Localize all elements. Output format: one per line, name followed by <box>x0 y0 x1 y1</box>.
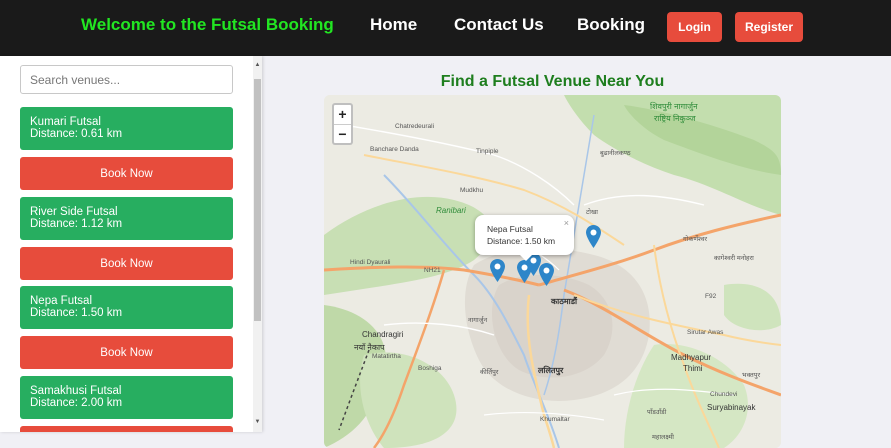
map-label: महालक्ष्मी <box>652 434 674 441</box>
map-label: भक्तपुर <box>742 372 761 379</box>
book-now-button[interactable]: Book Now <box>20 336 233 369</box>
map-label: Ranibari <box>436 206 466 215</box>
scroll-up-arrow-icon[interactable]: ▲ <box>253 60 262 70</box>
map-label: ललितपुर <box>538 366 564 375</box>
map-view[interactable]: Chatredeurali Banchare Danda Tinpiple Mu… <box>324 95 781 448</box>
sidebar-scrollbar[interactable]: ▲ ▼ <box>253 56 262 432</box>
scroll-down-arrow-icon[interactable]: ▼ <box>253 417 262 427</box>
map-label: Matatirtha <box>372 353 401 360</box>
map-label: Mudkhu <box>460 187 484 194</box>
map-label: Khumaltar <box>540 416 570 423</box>
venue-distance: Distance: 1.50 km <box>30 307 123 319</box>
zoom-control: + − <box>332 103 353 145</box>
map-marker-icon[interactable] <box>490 259 505 282</box>
map-label: नागार्जुन <box>468 317 488 324</box>
venue-card-samakhusi[interactable]: Samakhusi Futsal Distance: 2.00 km <box>20 376 233 419</box>
map-label: Thimi <box>683 364 703 373</box>
map-label: गोकर्णेश्वर <box>683 236 708 243</box>
map-label: कागेश्वरी मनोहरा <box>714 255 754 262</box>
zoom-in-button[interactable]: + <box>334 105 351 124</box>
map-label: नयाँ नैकाप <box>354 343 385 352</box>
zoom-out-button[interactable]: − <box>334 124 351 143</box>
map-label: पाँडउाँडी <box>647 409 667 416</box>
search-input[interactable] <box>20 65 233 94</box>
venue-distance: Distance: 2.00 km <box>30 397 123 409</box>
navbar: Welcome to the Futsal Booking Home Conta… <box>0 0 891 56</box>
venue-name: River Side Futsal <box>30 206 118 218</box>
map-label: बुढानीलकण्ठ <box>600 150 631 157</box>
login-button[interactable]: Login <box>667 12 722 42</box>
map-label: Chandragiri <box>362 330 404 339</box>
venue-card-river-side[interactable]: River Side Futsal Distance: 1.12 km <box>20 197 233 240</box>
map-label: Sirutar Awas <box>687 329 724 336</box>
register-button[interactable]: Register <box>735 12 803 42</box>
map-label: काठमाडौं <box>551 297 578 306</box>
book-now-button[interactable]: Book Now <box>20 247 233 280</box>
map-label: NH21 <box>424 267 441 274</box>
map-label: राष्ट्रिय निकुञ्ज <box>654 114 696 123</box>
venue-distance: Distance: 0.61 km <box>30 128 123 140</box>
book-now-button[interactable]: Book Now <box>20 157 233 190</box>
close-icon[interactable]: × <box>564 217 569 229</box>
map-label: Suryabinayak <box>707 403 756 412</box>
venue-popup: Nepa Futsal Distance: 1.50 km × <box>475 215 574 261</box>
venue-card-nepa[interactable]: Nepa Futsal Distance: 1.50 km <box>20 286 233 329</box>
popup-tip <box>520 255 532 261</box>
nav-contact-link[interactable]: Contact Us <box>454 15 544 35</box>
map-label: Chundevi <box>710 391 738 398</box>
map-marker-icon[interactable] <box>586 225 601 248</box>
map-label: Tinpiple <box>476 148 499 155</box>
popup-venue-name: Nepa Futsal <box>487 224 533 234</box>
map-label: Madhyapur <box>671 353 712 362</box>
venue-distance: Distance: 1.12 km <box>30 218 123 230</box>
map-title: Find a Futsal Venue Near You <box>440 73 665 90</box>
nav-booking-link[interactable]: Booking <box>577 15 645 35</box>
map-label: कीर्तिपुर <box>480 369 499 376</box>
venue-name: Samakhusi Futsal <box>30 385 122 397</box>
map-marker-icon[interactable] <box>539 263 554 286</box>
popup-venue-distance: Distance: 1.50 km <box>487 236 556 246</box>
venue-card-kumari[interactable]: Kumari Futsal Distance: 0.61 km <box>20 107 233 150</box>
venue-sidebar: Kumari Futsal Distance: 0.61 km Book Now… <box>0 56 262 432</box>
map-label: शिवपुरी नागार्जुन <box>650 102 698 111</box>
map-label: Boshiga <box>418 365 442 372</box>
map-label: Banchare Danda <box>370 146 419 153</box>
venue-name: Nepa Futsal <box>30 295 93 307</box>
venue-name: Kumari Futsal <box>30 116 101 128</box>
book-now-button-partial[interactable] <box>20 426 233 432</box>
map-label: F92 <box>705 293 717 300</box>
map-label: Chatredeurali <box>395 123 435 130</box>
brand-title: Welcome to the Futsal Booking <box>81 15 334 34</box>
map-label: Hindi Dyaurali <box>350 259 391 266</box>
scroll-thumb[interactable] <box>254 79 261 321</box>
nav-home-link[interactable]: Home <box>370 15 417 35</box>
map-label: टोखा <box>586 209 598 216</box>
